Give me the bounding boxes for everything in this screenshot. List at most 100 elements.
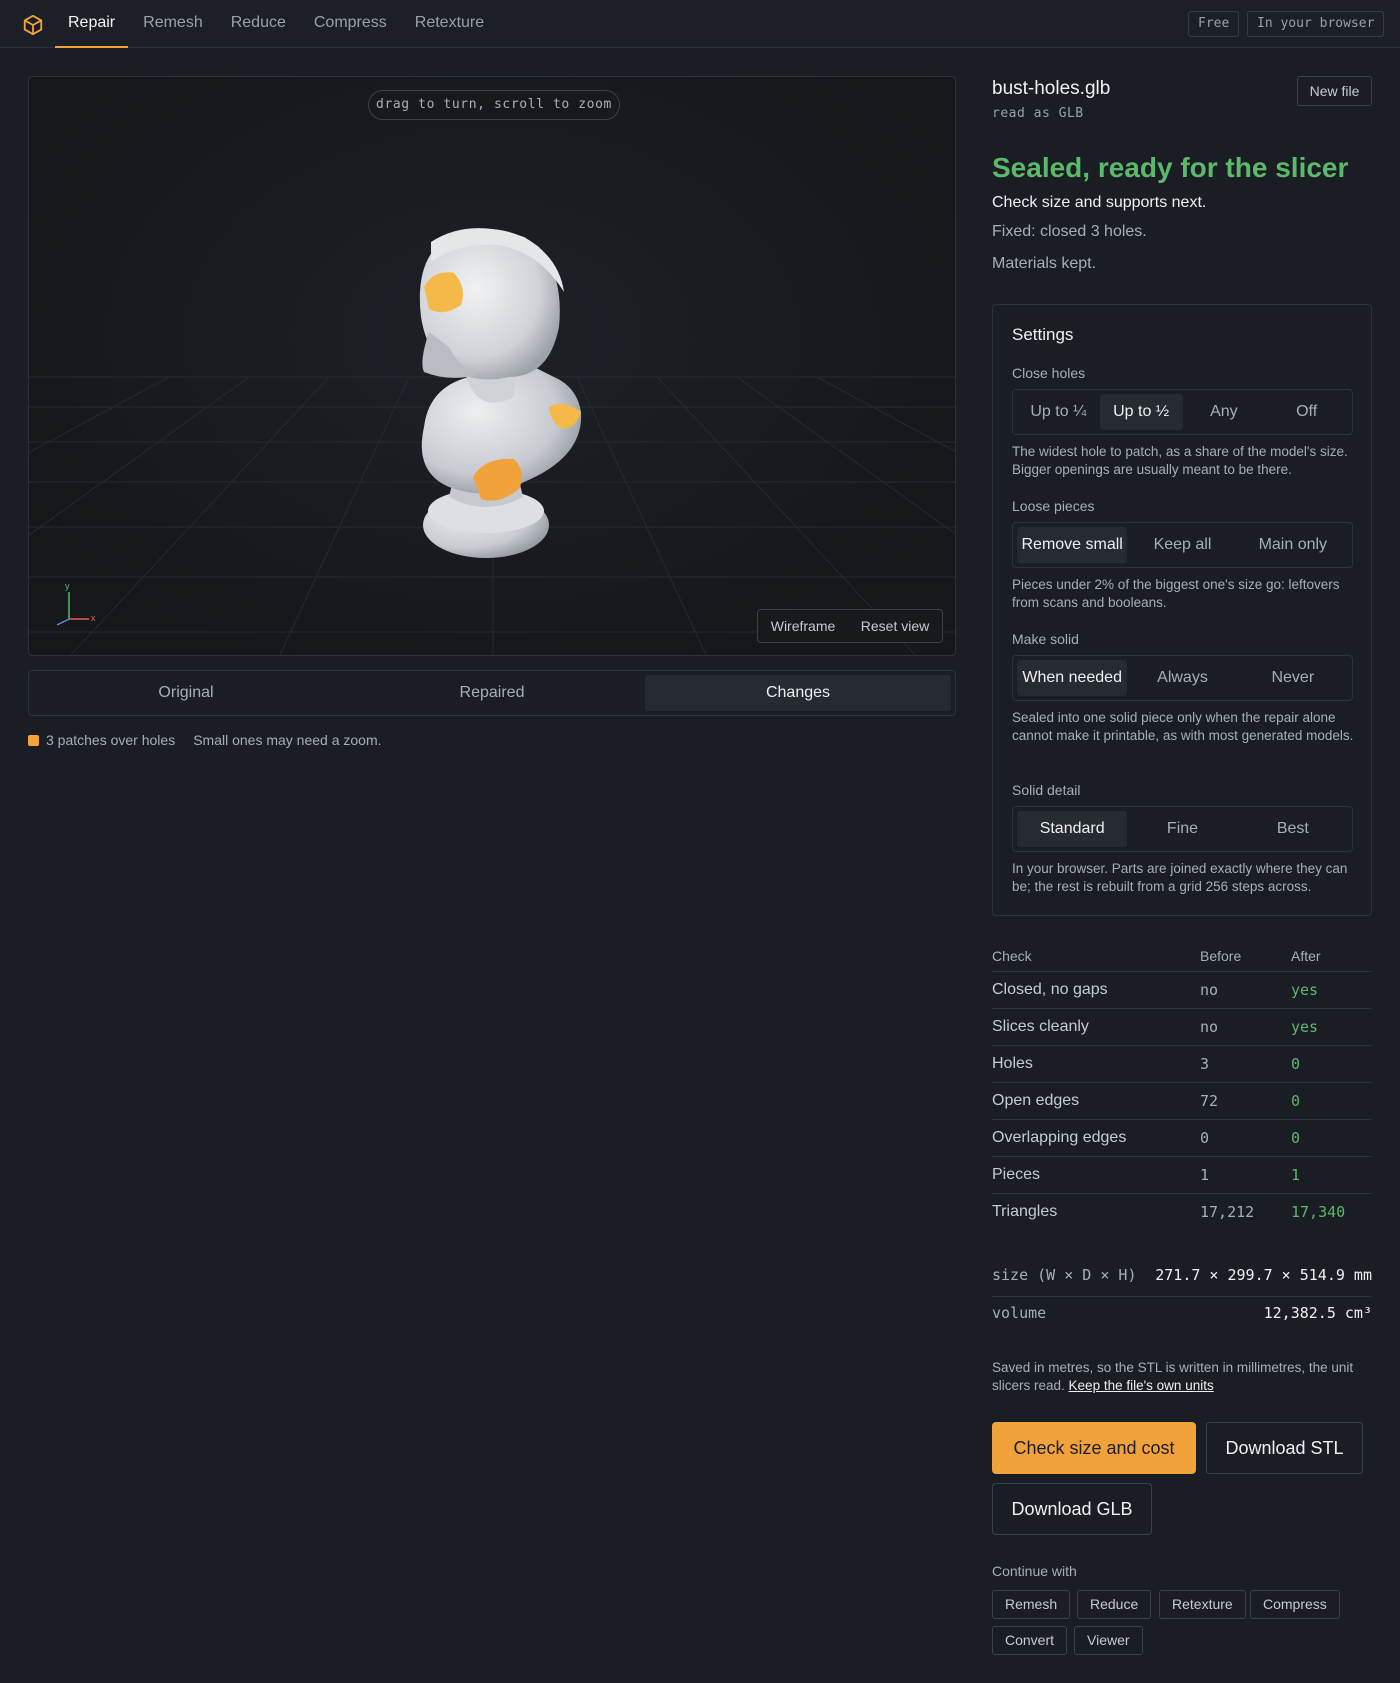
loose-pieces-main-only[interactable]: Main only	[1238, 527, 1348, 563]
table-row: Overlapping edges 0 0	[992, 1119, 1372, 1157]
make-solid-when-needed[interactable]: When needed	[1017, 660, 1128, 696]
make-solid-never[interactable]: Never	[1238, 660, 1348, 696]
model-viewport[interactable]: y x drag to turn, scroll to zoom Wirefra…	[28, 76, 956, 656]
nav-retexture[interactable]: Retexture	[402, 0, 497, 48]
nav-repair[interactable]: Repair	[55, 0, 129, 48]
download-glb-button[interactable]: Download GLB	[992, 1483, 1152, 1535]
checks-header-after: After	[1291, 941, 1372, 972]
view-mode-tabs: Original Repaired Changes	[28, 670, 956, 716]
table-row: Triangles 17,212 17,340	[992, 1193, 1372, 1230]
loose-pieces-remove-small[interactable]: Remove small	[1017, 527, 1128, 563]
size-value: 271.7 × 299.7 × 514.9 mm	[1155, 1266, 1372, 1284]
solid-detail-selector: Standard Fine Best	[1012, 806, 1353, 852]
continue-retexture[interactable]: Retexture	[1159, 1590, 1246, 1619]
check-before: 17,212	[1200, 1202, 1255, 1221]
close-holes-quarter[interactable]: Up to ¼	[1017, 394, 1100, 430]
checks-header-before: Before	[1200, 941, 1291, 972]
cube-logo-icon[interactable]	[22, 14, 44, 36]
continue-convert[interactable]: Convert	[992, 1626, 1068, 1655]
volume-label: volume	[992, 1304, 1047, 1322]
loose-pieces-help: Pieces under 2% of the biggest one's siz…	[1012, 577, 1340, 610]
viewer-hint: drag to turn, scroll to zoom	[368, 90, 620, 120]
check-after: 0	[1291, 1045, 1372, 1083]
free-badge: Free	[1188, 11, 1240, 37]
patch-legend: 3 patches over holes Small ones may need…	[28, 732, 382, 748]
size-row: size (W × D × H) 271.7 × 299.7 × 514.9 m…	[992, 1266, 1372, 1284]
patch-swatch	[28, 734, 39, 746]
file-name: bust-holes.glb	[992, 78, 1111, 99]
continue-viewer[interactable]: Viewer	[1074, 1626, 1143, 1655]
close-holes-off[interactable]: Off	[1265, 394, 1348, 430]
checks-header-row: Check Before After	[992, 941, 1372, 972]
wireframe-button[interactable]: Wireframe	[771, 618, 836, 634]
check-name: Slices cleanly	[992, 1008, 1200, 1046]
download-stl-button[interactable]: Download STL	[1206, 1422, 1363, 1474]
loose-pieces-label: Loose pieces	[1012, 498, 1095, 514]
volume-value: 12,382.5 cm³	[1263, 1304, 1372, 1322]
continue-reduce[interactable]: Reduce	[1077, 1590, 1152, 1619]
check-name: Pieces	[992, 1156, 1200, 1194]
check-name: Overlapping edges	[992, 1119, 1200, 1157]
main-nav: Repair Remesh Reduce Compress Retexture	[55, 0, 499, 48]
nav-remesh[interactable]: Remesh	[130, 0, 216, 48]
solid-detail-standard[interactable]: Standard	[1017, 811, 1128, 847]
check-after: 17,340	[1291, 1202, 1346, 1221]
check-before: 72	[1200, 1082, 1291, 1120]
axis-y-label: y	[65, 581, 70, 591]
check-before: 1	[1200, 1156, 1291, 1194]
nav-reduce[interactable]: Reduce	[218, 0, 299, 48]
continue-label: Continue with	[992, 1563, 1077, 1579]
solid-detail-help: In your browser. Parts are joined exactl…	[1012, 861, 1348, 894]
check-name: Holes	[992, 1045, 1200, 1083]
units-note: Saved in metres, so the STL is written i…	[992, 1359, 1372, 1395]
view-controls: Wireframe Reset view	[757, 609, 943, 643]
volume-row: volume 12,382.5 cm³	[992, 1304, 1372, 1322]
solid-detail-fine[interactable]: Fine	[1127, 811, 1237, 847]
check-size-cost-button[interactable]: Check size and cost	[992, 1422, 1196, 1474]
close-holes-selector: Up to ¼ Up to ½ Any Off	[1012, 389, 1353, 435]
repair-status: Sealed, ready for the slicer	[992, 152, 1349, 183]
nav-compress[interactable]: Compress	[301, 0, 400, 48]
top-bar: Repair Remesh Reduce Compress Retexture …	[0, 0, 1400, 48]
patch-legend-note: Small ones may need a zoom.	[193, 732, 382, 748]
axis-gizmo	[56, 592, 89, 626]
check-after: yes	[1291, 971, 1372, 1009]
make-solid-label: Make solid	[1012, 631, 1079, 647]
check-before: no	[1200, 1008, 1291, 1046]
tab-changes[interactable]: Changes	[645, 675, 951, 711]
check-after: 0	[1291, 1119, 1372, 1157]
reset-view-button[interactable]: Reset view	[861, 618, 929, 634]
check-before: no	[1200, 971, 1291, 1009]
check-name: Closed, no gaps	[992, 971, 1200, 1009]
make-solid-always[interactable]: Always	[1127, 660, 1237, 696]
close-holes-any[interactable]: Any	[1183, 394, 1266, 430]
keep-units-link[interactable]: Keep the file's own units	[1069, 1378, 1214, 1393]
table-row: Holes 3 0	[992, 1045, 1372, 1083]
checks-table: Check Before After Closed, no gaps no ye…	[992, 941, 1372, 1230]
tab-repaired[interactable]: Repaired	[339, 675, 645, 711]
continue-remesh[interactable]: Remesh	[992, 1590, 1071, 1619]
check-after: 0	[1291, 1082, 1372, 1120]
table-row: Open edges 72 0	[992, 1082, 1372, 1120]
make-solid-help: Sealed into one solid piece only when th…	[1012, 710, 1354, 743]
next-step-text: Check size and supports next.	[992, 194, 1207, 211]
table-row: Closed, no gaps no yes	[992, 971, 1372, 1009]
tab-original[interactable]: Original	[33, 675, 339, 711]
close-holes-help: The widest hole to patch, as a share of …	[1012, 444, 1348, 477]
loose-pieces-keep-all[interactable]: Keep all	[1127, 527, 1237, 563]
solid-detail-label: Solid detail	[1012, 782, 1081, 798]
file-format: read as GLB	[992, 106, 1084, 121]
check-after: yes	[1291, 1008, 1372, 1046]
new-file-button[interactable]: New file	[1297, 76, 1372, 106]
model-scene[interactable]	[29, 77, 956, 656]
continue-compress[interactable]: Compress	[1250, 1590, 1340, 1619]
solid-detail-best[interactable]: Best	[1238, 811, 1348, 847]
check-name: Open edges	[992, 1082, 1200, 1120]
make-solid-selector: When needed Always Never	[1012, 655, 1353, 701]
patch-legend-label: 3 patches over holes	[46, 732, 176, 748]
fixed-summary: Fixed: closed 3 holes.	[992, 223, 1147, 240]
checks-header-check: Check	[992, 941, 1200, 972]
check-before: 3	[1200, 1045, 1291, 1083]
close-holes-half[interactable]: Up to ½	[1099, 394, 1183, 430]
table-row: Pieces 1 1	[992, 1156, 1372, 1194]
